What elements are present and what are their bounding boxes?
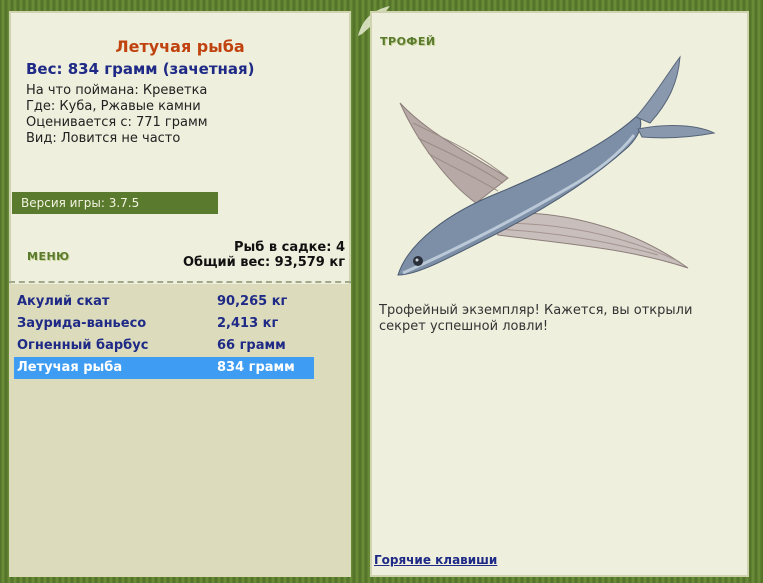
catch-weight: 90,265 кг — [217, 294, 288, 309]
hotkeys-link[interactable]: Горячие клавиши — [374, 553, 497, 567]
fish-info-panel: Летучая рыба Вес: 834 грамм (зачетная) Н… — [9, 11, 351, 577]
catch-name: Летучая рыба — [17, 360, 123, 375]
flying-fish-image — [397, 55, 716, 276]
catch-name: Акулий скат — [17, 294, 110, 309]
catch-weight: 834 грамм — [217, 360, 295, 375]
keepnet-total-weight: Общий вес: 93,579 кг — [182, 255, 345, 270]
catch-row[interactable]: Акулий скат 90,265 кг — [14, 291, 314, 313]
catch-name: Огненный барбус — [17, 338, 149, 353]
menu-button[interactable]: МЕНЮ — [27, 250, 70, 263]
fish-rated-from: Оценивается с: 771 грамм — [26, 115, 208, 130]
fish-kind: Вид: Ловится не часто — [26, 131, 181, 146]
trophy-message: Трофейный экземпляр! Кажется, вы открыли… — [379, 303, 693, 334]
catch-row[interactable]: Заурида-ваньесо 2,413 кг — [14, 313, 314, 335]
fish-weight: Вес: 834 грамм (зачетная) — [26, 60, 255, 78]
divider — [9, 281, 351, 283]
trophy-panel: ТРОФЕЙ Трофейный экземпляр! Кажется, вы … — [370, 11, 749, 577]
catch-weight: 2,413 кг — [217, 316, 279, 331]
keepnet-stats: Рыб в садке: 4 Общий вес: 93,579 кг — [183, 240, 345, 270]
catch-weight: 66 грамм — [217, 338, 286, 353]
catch-list: Акулий скат 90,265 кг Заурида-ваньесо 2,… — [9, 284, 351, 577]
fish-place: Где: Куба, Ржавые камни — [26, 99, 201, 114]
game-version: Версия игры: 3.7.5 — [12, 192, 218, 214]
fish-title: Летучая рыба — [115, 37, 245, 56]
catch-name: Заурида-ваньесо — [17, 316, 147, 331]
fish-bait: На что поймана: Креветка — [26, 83, 208, 98]
catch-row[interactable]: Огненный барбус 66 грамм — [14, 335, 314, 357]
keepnet-count: Рыб в садке: 4 — [233, 240, 345, 255]
catch-row-selected[interactable]: Летучая рыба 834 грамм — [14, 357, 314, 379]
